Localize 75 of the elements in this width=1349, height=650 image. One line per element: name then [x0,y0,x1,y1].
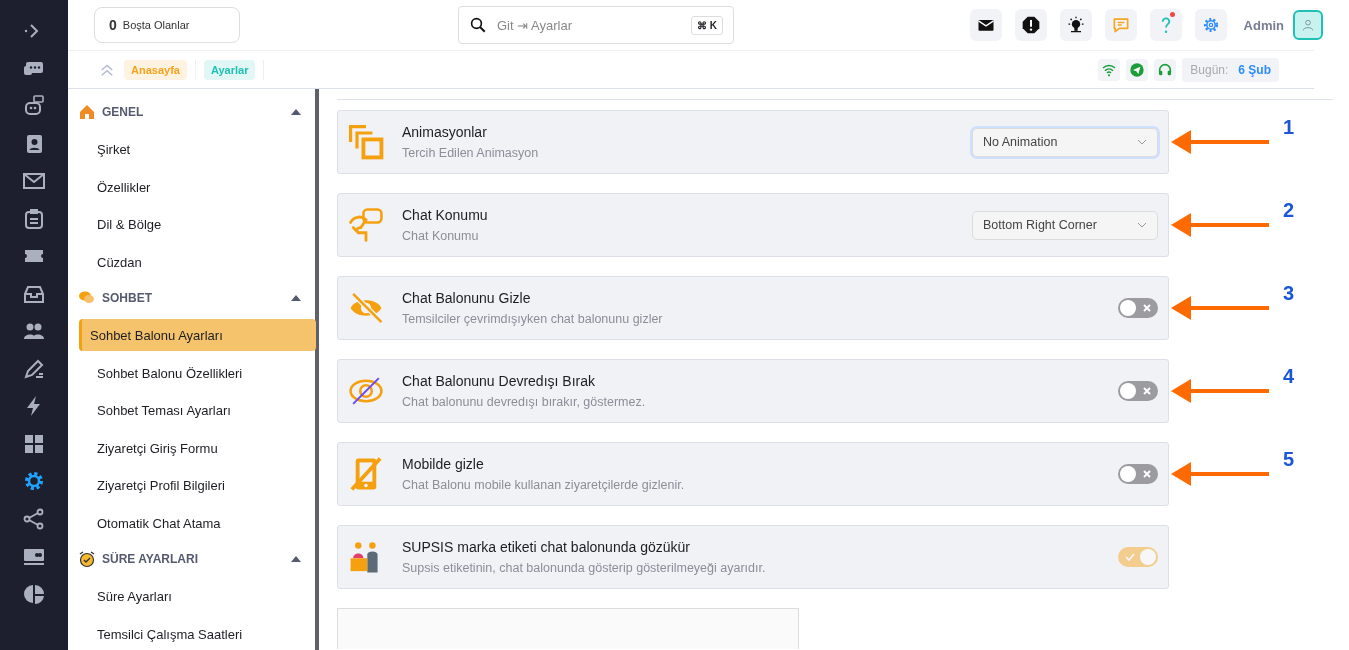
notification-dot [1169,12,1175,17]
phone-off-icon [348,456,384,492]
setting-description: Chat balonunu devredışı bırakır, göstermez. [402,395,647,409]
headset-icon[interactable] [1157,61,1174,78]
setting-title: Chat Balonunu Devredışı Bırak [402,373,596,389]
collapse-caret-icon[interactable] [291,294,301,302]
windows-icon [348,124,384,160]
idle-agents-counter[interactable]: 0 Boşta Olanlar [94,7,240,43]
annotation-number: 1 [1283,115,1295,139]
sidebar-item[interactable]: Dil & Bölge [78,205,315,243]
sidebar-item[interactable]: Temsilci Çalışma Saatleri [78,614,315,650]
bot-icon[interactable] [22,94,46,118]
collapse-caret-icon[interactable] [291,555,301,563]
clock-icon [78,550,96,568]
sidebar-item[interactable]: Ziyaretçi Profil Bilgileri [78,466,315,504]
search-icon [469,16,487,34]
sidebar-item[interactable]: Cüzdan [78,242,315,280]
home-icon [78,103,96,121]
send-icon[interactable] [1129,61,1146,78]
dropdown[interactable]: No Animation [972,127,1158,157]
toggle-switch[interactable] [1118,381,1158,401]
sidebar-item[interactable]: Özellikler [78,167,315,205]
setting-title: SUPSIS marka etiketi chat balonunda gözükür [402,539,691,555]
setting-description: Temsilciler çevrimdışıyken chat balonunu gizler [402,312,664,326]
search-input[interactable]: Git ⇥ Ayarlar [495,16,683,34]
sidebar-item[interactable]: Otomatik Chat Atama [78,503,315,541]
toggle-switch[interactable] [1118,298,1158,318]
toggle-switch[interactable] [1118,464,1158,484]
annotation-number: 4 [1283,364,1295,388]
annotation-number: 5 [1283,447,1295,471]
section-title: SOHBET [102,291,152,305]
setting-title: Chat Balonunu Gizle [402,290,532,306]
setting-description: Tercih Edilen Animasyon [402,146,540,160]
user-name: Admin [1243,17,1284,33]
alert-icon [1020,15,1041,35]
bulb-button[interactable] [1059,9,1092,41]
sidebar-item[interactable]: Sohbet Teması Ayarları [78,391,315,429]
sidebar-item[interactable]: Şirket [78,130,315,168]
setting-title: Chat Konumu [402,207,489,223]
setting-description: Supsis etiketinin, chat balonunda gösterip gösterilmeyeği ayarıdır. [402,561,767,575]
chevron-down-icon [1137,222,1147,228]
annotation-number: 3 [1283,281,1295,305]
eye-slash-icon [348,290,384,326]
clipboard-icon[interactable] [22,206,46,231]
idle-count: 0 [109,17,117,33]
setting-title: Mobilde gizle [402,456,485,472]
close-icon [1142,386,1152,396]
sidebar-item[interactable]: Sohbet Balonu Özellikleri [78,353,315,391]
section-title: SÜRE AYARLARI [102,552,199,566]
mail-button[interactable] [969,9,1002,41]
setting-description: Chat Balonu mobile kullanan ziyaretçilerde gizlenir. [402,478,686,492]
setting-title: Animasyonlar [402,124,488,140]
chevron-down-icon [1137,139,1147,145]
collapse-caret-icon[interactable] [291,108,301,116]
check-icon [1125,552,1135,562]
shortcut-hint: ⌘ K [691,15,723,35]
sidebar-item[interactable]: Süre Ayarları [78,577,315,615]
settings-icon[interactable] [22,469,46,493]
date-label: Bugün: [1190,62,1229,77]
hand-icon [348,207,384,243]
dropdown[interactable]: Bottom Right Corner [972,210,1158,240]
date-value: 6 Şub [1238,62,1271,77]
annotation-number: 2 [1283,198,1295,222]
sidebar-item[interactable]: Ziyaretçi Giriş Formu [78,428,315,466]
setting-description: Chat Konumu [402,229,480,243]
alert-button[interactable] [1014,9,1047,41]
close-icon [1142,469,1152,479]
search-field[interactable]: Git ⇥ Ayarlar ⌘ K [458,6,734,44]
sidebar-item[interactable]: Sohbet Balonu Ayarları [79,319,316,351]
share-icon[interactable] [22,506,46,531]
settings-button[interactable] [1194,9,1227,41]
user-icon [1301,18,1315,32]
close-icon [1142,303,1152,313]
idle-label: Boşta Olanlar [122,19,190,31]
section-title: GENEL [102,105,144,119]
